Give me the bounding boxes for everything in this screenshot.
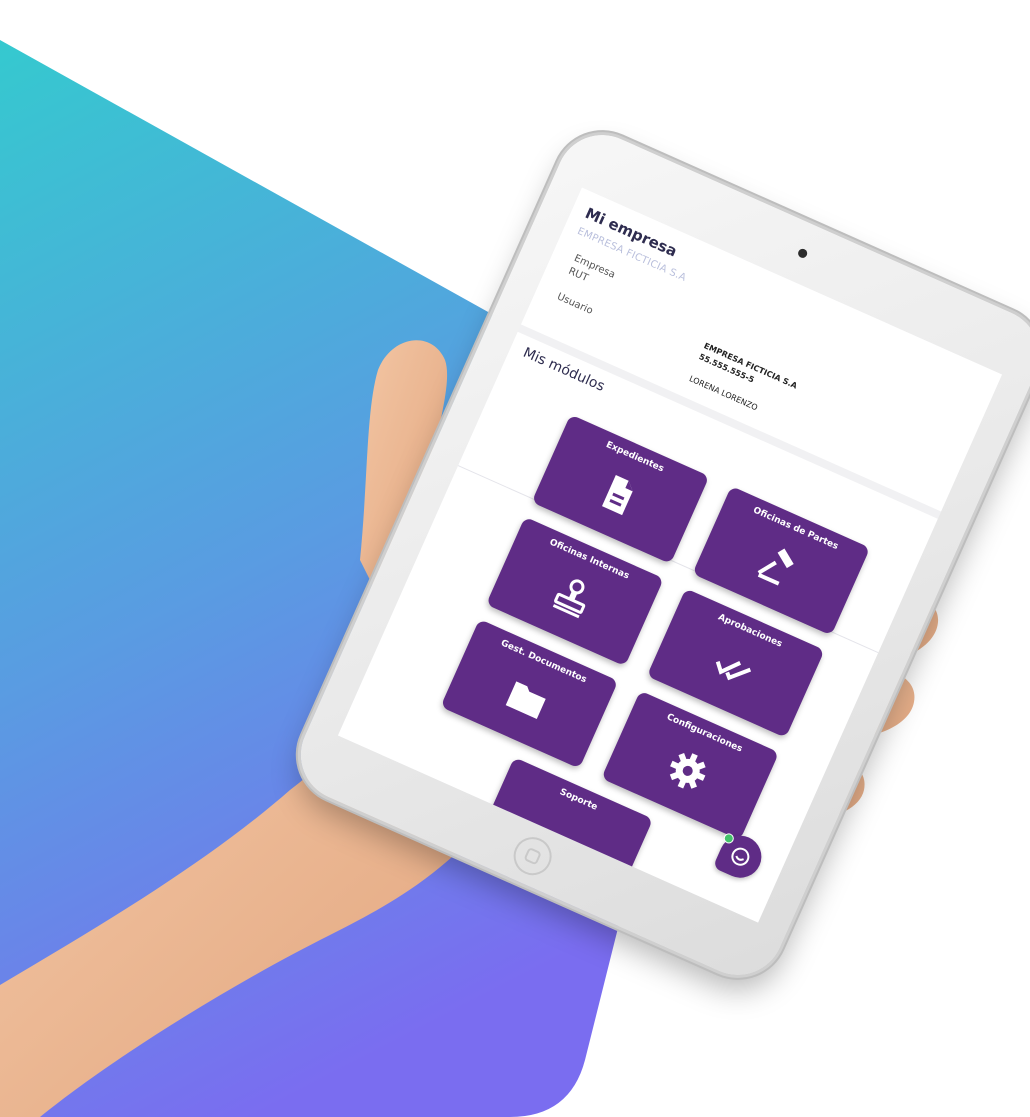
chat-icon (731, 847, 750, 866)
folder-icon (505, 681, 546, 719)
chat-button[interactable] (712, 828, 769, 885)
hero-scene: Mi empresa EMPRESA FICTICIA S.A Empresa … (0, 0, 1030, 1117)
gavel-icon (757, 548, 794, 586)
home-button[interactable] (507, 831, 558, 882)
camera-icon (796, 247, 809, 260)
double-check-icon (715, 661, 752, 681)
user-label: Usuario (555, 291, 595, 317)
document-icon (602, 475, 633, 516)
stamp-icon (552, 579, 586, 619)
gear-icon (669, 752, 706, 789)
